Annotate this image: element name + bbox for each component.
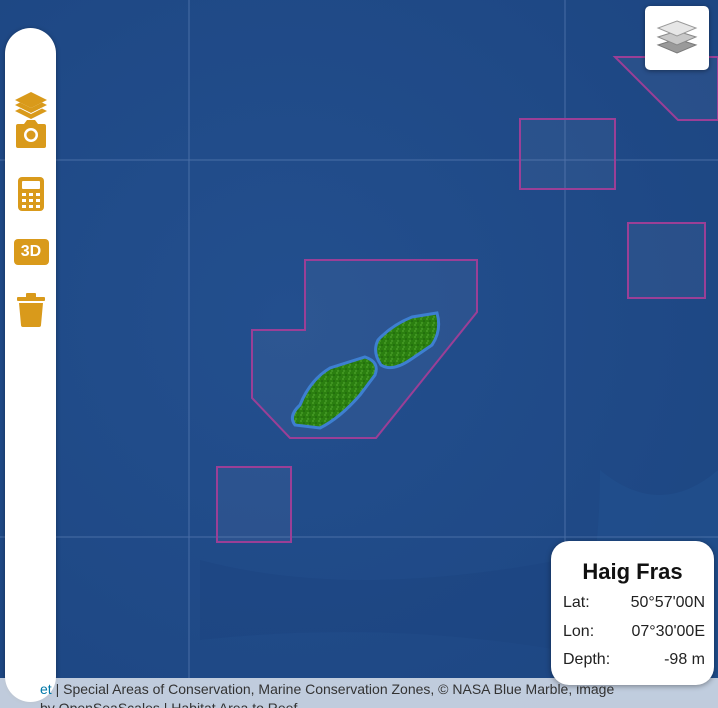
attribution-line-2: by OpenSeaScales | Habitat Area to Reef	[40, 700, 298, 708]
zone-east	[627, 222, 706, 299]
trash-tool-button[interactable]	[13, 290, 49, 330]
3d-view-tool-button[interactable]: 3D	[13, 232, 49, 272]
lon-value: 07°30'00E	[631, 623, 705, 640]
3d-view-icon: 3D	[13, 239, 49, 265]
popup-title: Haig Fras	[582, 559, 683, 584]
zone-south-west	[216, 466, 292, 543]
calculator-icon	[17, 176, 45, 212]
attribution-link[interactable]: et	[40, 681, 52, 697]
camera-tool-button[interactable]	[13, 114, 49, 154]
layers-control-button[interactable]	[645, 6, 709, 70]
lat-value: 50°57'00N	[630, 594, 705, 611]
lon-label: Lon:	[563, 623, 595, 640]
depth-value: -98 m	[664, 651, 705, 668]
zone-north-center	[519, 118, 616, 190]
depth-label: Depth:	[563, 651, 611, 668]
location-info-popup: Haig Fras Lat: 50°57'00N Lon: 07°30'00E …	[551, 541, 714, 685]
left-toolbar: 3D	[5, 28, 56, 702]
attribution-text: | Special Areas of Conservation, Marine …	[51, 681, 615, 697]
lat-label: Lat:	[563, 594, 590, 611]
camera-icon	[13, 118, 49, 150]
layers-stack-icon	[656, 17, 698, 60]
trash-icon	[16, 292, 46, 328]
calculator-tool-button[interactable]	[13, 174, 49, 214]
